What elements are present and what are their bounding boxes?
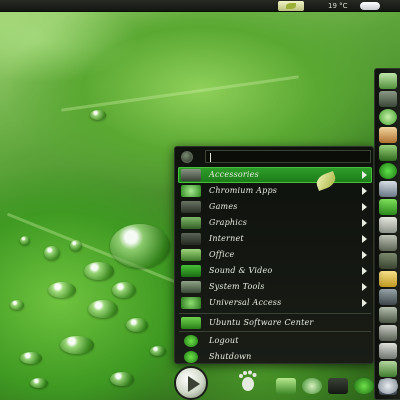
accessories-icon <box>181 169 201 181</box>
dock-app-icon[interactable] <box>379 217 397 233</box>
menu-item-logout[interactable]: Logout <box>178 333 372 349</box>
dock-app-icon[interactable] <box>379 91 397 107</box>
dock-app-icon[interactable] <box>379 181 397 197</box>
office-icon <box>181 249 201 261</box>
menu-separator <box>179 331 371 332</box>
dock-app-icon[interactable] <box>379 145 397 161</box>
menu-item-label: Accessories <box>209 170 259 179</box>
taskbar-app-icon[interactable] <box>302 378 322 394</box>
menu-launcher-button[interactable] <box>174 366 208 400</box>
dock-app-icon[interactable] <box>379 109 397 125</box>
menu-item-shutdown[interactable]: Shutdown <box>178 349 372 365</box>
menu-item-label: Chromium Apps <box>209 186 278 195</box>
menu-item-label: System Tools <box>209 282 265 291</box>
submenu-arrow-icon <box>362 171 367 179</box>
logout-icon <box>184 335 198 347</box>
menu-item-label: Internet <box>209 234 244 243</box>
chromium-apps-icon <box>181 185 201 197</box>
menu-item-chromium-apps[interactable]: Chromium Apps <box>178 183 372 199</box>
dock-app-icon[interactable] <box>379 307 397 323</box>
menu-item-graphics[interactable]: Graphics <box>178 215 372 231</box>
submenu-arrow-icon <box>362 219 367 227</box>
submenu-arrow-icon <box>362 187 367 195</box>
menu-item-label: Games <box>209 202 238 211</box>
taskbar-app-icon[interactable] <box>354 378 374 394</box>
submenu-arrow-icon <box>362 267 367 275</box>
menu-item-games[interactable]: Games <box>178 199 372 215</box>
menu-separator <box>179 313 371 314</box>
top-panel: 19 °C <box>0 0 400 12</box>
dock-app-icon[interactable] <box>379 127 397 143</box>
cloud-weather-icon[interactable] <box>360 2 380 10</box>
menu-item-label: Logout <box>209 336 239 345</box>
taskbar-app-icon[interactable] <box>378 378 398 394</box>
menu-item-system-tools[interactable]: System Tools <box>178 279 372 295</box>
menu-item-ubuntu-software-center[interactable]: Ubuntu Software Center <box>178 315 372 331</box>
weather-temperature[interactable]: 19 °C <box>328 0 348 12</box>
submenu-arrow-icon <box>362 251 367 259</box>
bottom-launcher-bar <box>170 366 400 400</box>
menu-item-label: Office <box>209 250 235 259</box>
menu-item-universal-access[interactable]: Universal Access <box>178 295 372 311</box>
sound-video-icon <box>181 265 201 277</box>
dock-app-icon[interactable] <box>379 271 397 287</box>
menu-item-accessories[interactable]: Accessories <box>178 167 372 183</box>
right-dock <box>374 68 400 400</box>
menu-item-label: Ubuntu Software Center <box>209 318 314 327</box>
submenu-arrow-icon <box>362 283 367 291</box>
games-icon <box>181 201 201 213</box>
dock-app-icon[interactable] <box>379 199 397 215</box>
search-icon[interactable] <box>181 151 193 163</box>
internet-icon <box>181 233 201 245</box>
menu-item-label: Shutdown <box>209 352 252 361</box>
software-center-icon <box>181 317 201 329</box>
application-menu: Accessories Chromium Apps Games Graphics… <box>174 146 374 364</box>
menu-item-label: Universal Access <box>209 298 282 307</box>
dock-app-icon[interactable] <box>379 325 397 341</box>
menu-item-sound-video[interactable]: Sound & Video <box>178 263 372 279</box>
taskbar-app-icon[interactable] <box>328 378 348 394</box>
leaf-applet-icon[interactable] <box>278 1 304 11</box>
dock-app-icon[interactable] <box>379 343 397 359</box>
gnome-foot-icon[interactable] <box>236 370 258 392</box>
dock-app-icon[interactable] <box>379 235 397 251</box>
menu-item-label: Sound & Video <box>209 266 273 275</box>
power-icon <box>184 351 198 363</box>
menu-item-label: Graphics <box>209 218 248 227</box>
submenu-arrow-icon <box>362 299 367 307</box>
graphics-icon <box>181 217 201 229</box>
menu-search-row <box>175 147 375 167</box>
submenu-arrow-icon <box>362 235 367 243</box>
dock-app-icon[interactable] <box>379 73 397 89</box>
menu-item-office[interactable]: Office <box>178 247 372 263</box>
search-input[interactable] <box>205 150 371 163</box>
system-tools-icon <box>181 281 201 293</box>
universal-access-icon <box>181 297 201 309</box>
dock-app-icon[interactable] <box>379 253 397 269</box>
dock-app-icon[interactable] <box>379 289 397 305</box>
submenu-arrow-icon <box>362 203 367 211</box>
dock-app-icon[interactable] <box>379 163 397 179</box>
taskbar-app-icon[interactable] <box>276 378 296 394</box>
menu-item-internet[interactable]: Internet <box>178 231 372 247</box>
